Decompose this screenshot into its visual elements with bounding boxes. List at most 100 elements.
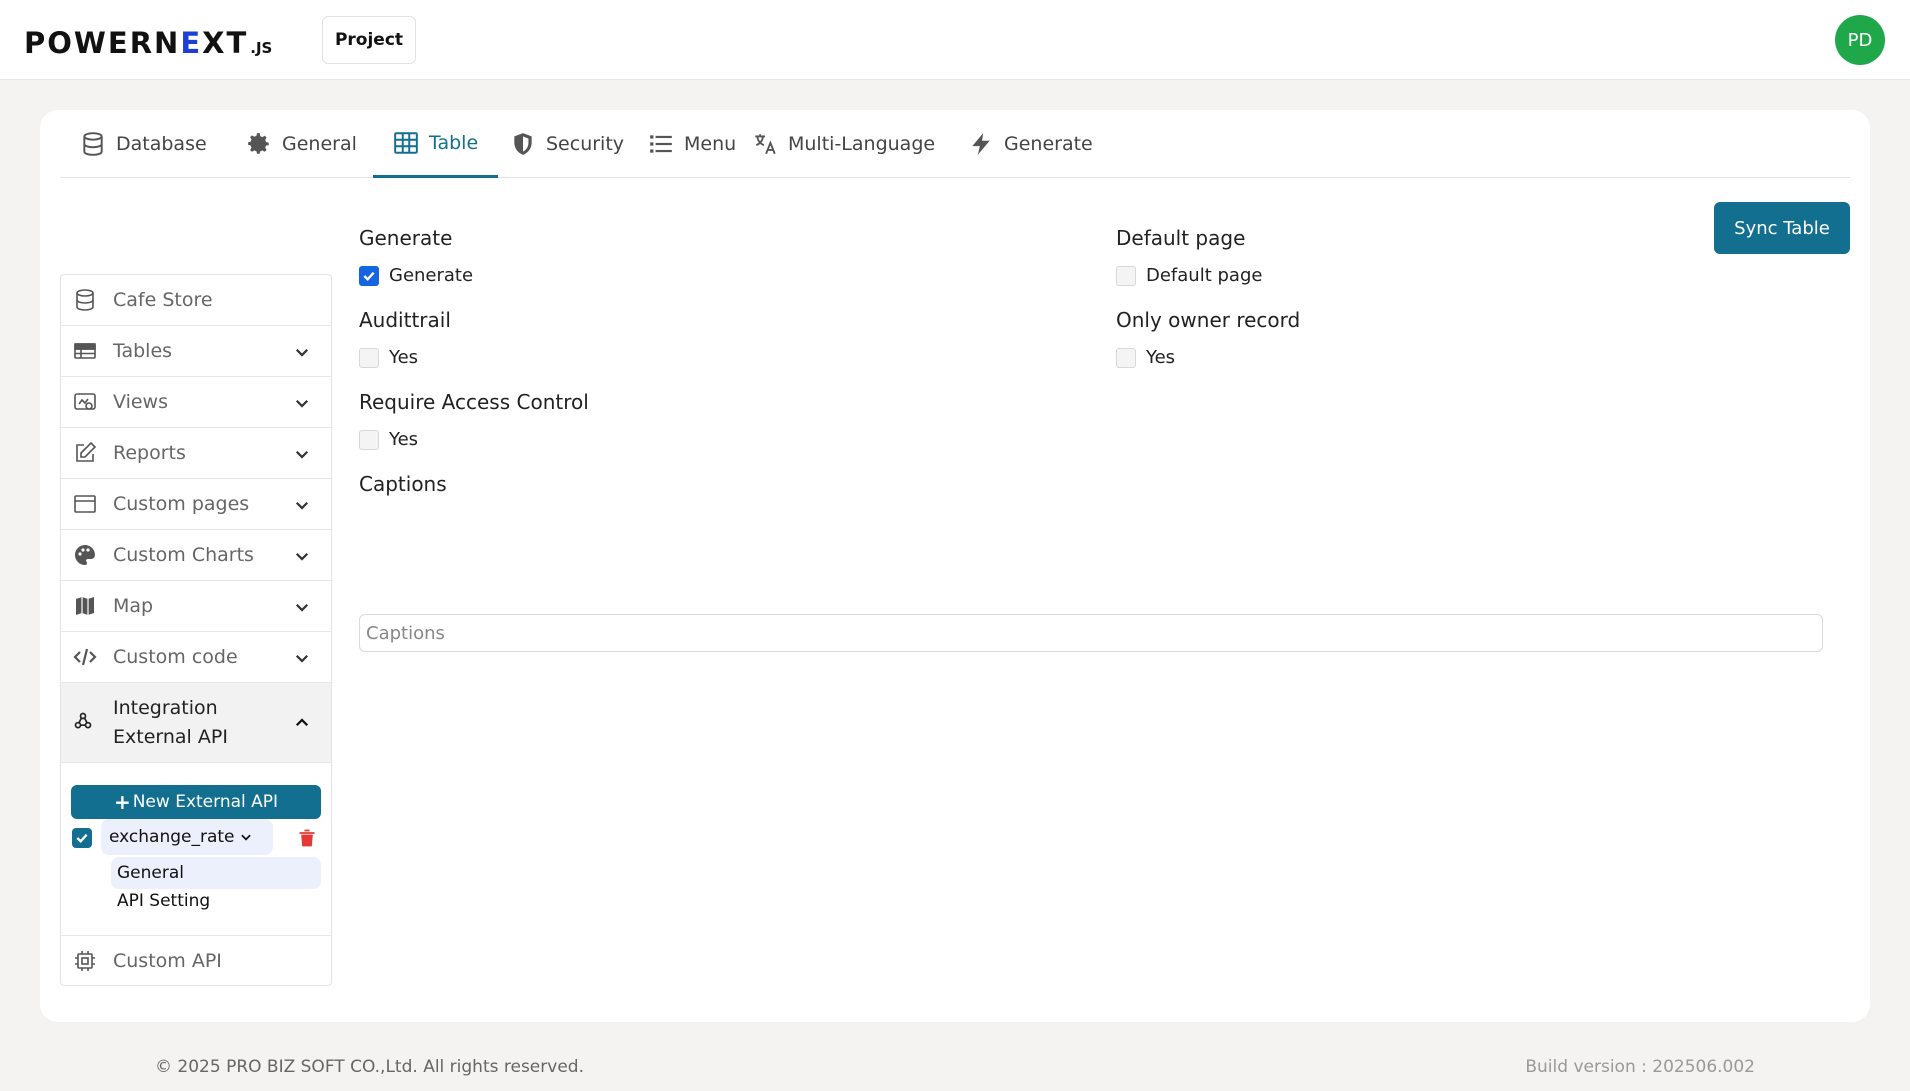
logo-text-main: POWERN [24, 26, 181, 60]
sidebar-item-label: Custom code [113, 646, 238, 668]
sidebar-item-label: Custom Charts [113, 544, 254, 566]
sidebar-item-custom-code[interactable]: Custom code [61, 632, 331, 683]
logo[interactable]: POWERN E XT .JS [24, 26, 273, 60]
sync-table-button[interactable]: Sync Table [1714, 202, 1850, 254]
api-item-exchange-rate[interactable]: exchange_rate [101, 819, 273, 855]
only-owner-checkbox-row: Yes [1116, 347, 1175, 368]
chevron-down-icon [295, 348, 309, 357]
tab-general[interactable]: General [226, 110, 377, 178]
table-icon [73, 339, 97, 363]
tab-label: Security [546, 133, 625, 155]
sidebar-item-custom-api[interactable]: Custom API [61, 935, 331, 986]
chevron-down-icon [295, 654, 309, 663]
main-card: Database General Table Security Menu Mul… [40, 110, 1870, 1022]
sidebar-item-integration[interactable]: Integration External API [61, 683, 331, 763]
check-icon [76, 833, 88, 844]
code-icon [73, 645, 97, 669]
sidebar: Cafe Store Tables Views Reports Custom p… [60, 274, 332, 986]
chevron-up-icon [295, 718, 309, 727]
sidebar-item-cafe-store[interactable]: Cafe Store [61, 275, 331, 326]
trash-icon[interactable] [297, 827, 317, 849]
chevron-down-icon [295, 501, 309, 510]
tab-label: Multi-Language [788, 133, 936, 155]
logo-text-e: E [180, 26, 203, 60]
top-bar: POWERN E XT .JS Project PD [0, 0, 1910, 80]
generate-checkbox[interactable] [359, 265, 379, 286]
chevron-down-icon [295, 399, 309, 408]
require-access-checkbox-row: Yes [359, 429, 418, 450]
palette-icon [73, 543, 97, 567]
build-version: Build version : 202506.002 [1525, 1057, 1755, 1077]
only-owner-checkbox[interactable] [1116, 347, 1136, 368]
only-owner-checkbox-label: Yes [1146, 347, 1176, 368]
sidebar-item-custom-pages[interactable]: Custom pages [61, 479, 331, 530]
audittrail-checkbox[interactable] [359, 347, 379, 368]
chevron-down-icon [295, 450, 309, 459]
generate-checkbox-label: Generate [389, 265, 474, 286]
new-external-api-button[interactable]: + New External API [71, 785, 321, 819]
integration-line1: Integration [113, 696, 218, 719]
integration-icon [73, 711, 97, 735]
require-access-checkbox[interactable] [359, 429, 379, 450]
audittrail-checkbox-label: Yes [389, 347, 419, 368]
sidebar-item-label: Views [113, 391, 168, 413]
logo-suffix: .JS [250, 39, 273, 57]
api-enabled-checkbox[interactable] [72, 828, 92, 848]
tab-database[interactable]: Database [60, 110, 227, 178]
list-icon [650, 135, 672, 153]
sidebar-item-map[interactable]: Map [61, 581, 331, 632]
captions-label: Captions [359, 472, 447, 496]
tab-multi-language[interactable]: Multi-Language [732, 110, 955, 178]
edit-icon [73, 441, 97, 465]
sidebar-item-label: Cafe Store [113, 289, 213, 311]
audittrail-checkbox-row: Yes [359, 347, 418, 368]
sidebar-item-label: Tables [113, 340, 173, 362]
sub-item-api-setting[interactable]: API Setting [111, 885, 321, 917]
tab-label: Generate [1004, 133, 1093, 155]
audittrail-label: Audittrail [359, 308, 451, 332]
avatar[interactable]: PD [1835, 15, 1885, 65]
default-page-checkbox-row: Default page [1116, 265, 1262, 286]
generate-label: Generate [359, 226, 453, 250]
default-page-label: Default page [1116, 226, 1246, 250]
map-icon [73, 594, 97, 618]
require-access-control-label: Require Access Control [359, 390, 589, 414]
view-icon [73, 390, 97, 414]
tab-label: Menu [684, 133, 737, 155]
project-button[interactable]: Project [322, 16, 416, 64]
new-api-label: New External API [132, 792, 279, 812]
api-name-label: exchange_rate [109, 827, 235, 847]
chip-icon [73, 949, 97, 973]
sidebar-item-custom-charts[interactable]: Custom Charts [61, 530, 331, 581]
check-icon [363, 271, 375, 281]
captions-input[interactable] [359, 614, 1823, 652]
integration-line2: External API [113, 725, 228, 748]
window-icon [73, 492, 97, 516]
default-page-checkbox-label: Default page [1146, 265, 1263, 286]
table-icon [394, 131, 418, 154]
logo-text-rest: XT [202, 26, 249, 60]
only-owner-record-label: Only owner record [1116, 308, 1301, 332]
translate-icon [755, 134, 776, 155]
chevron-down-icon [295, 603, 309, 612]
copyright-text: © 2025 PRO BIZ SOFT CO.,Ltd. All rights … [155, 1057, 584, 1077]
sidebar-item-tables[interactable]: Tables [61, 326, 331, 377]
sidebar-item-label: Custom pages [113, 493, 250, 515]
tab-security[interactable]: Security [490, 110, 644, 178]
database-icon [83, 132, 103, 156]
require-access-checkbox-label: Yes [389, 429, 419, 450]
sidebar-item-reports[interactable]: Reports [61, 428, 331, 479]
sidebar-item-views[interactable]: Views [61, 377, 331, 428]
gear-icon [248, 133, 269, 154]
sidebar-item-label: Reports [113, 442, 186, 464]
default-page-checkbox[interactable] [1116, 265, 1136, 286]
generate-checkbox-row: Generate [359, 265, 473, 286]
integration-label: Integration External API [113, 694, 228, 752]
plus-icon: + [113, 790, 131, 814]
chevron-down-icon [295, 552, 309, 561]
sidebar-item-label: Custom API [113, 950, 222, 972]
tab-label: Database [116, 133, 207, 155]
tab-generate[interactable]: Generate [948, 110, 1113, 178]
tab-table[interactable]: Table [373, 110, 499, 178]
tab-label: General [282, 133, 357, 155]
